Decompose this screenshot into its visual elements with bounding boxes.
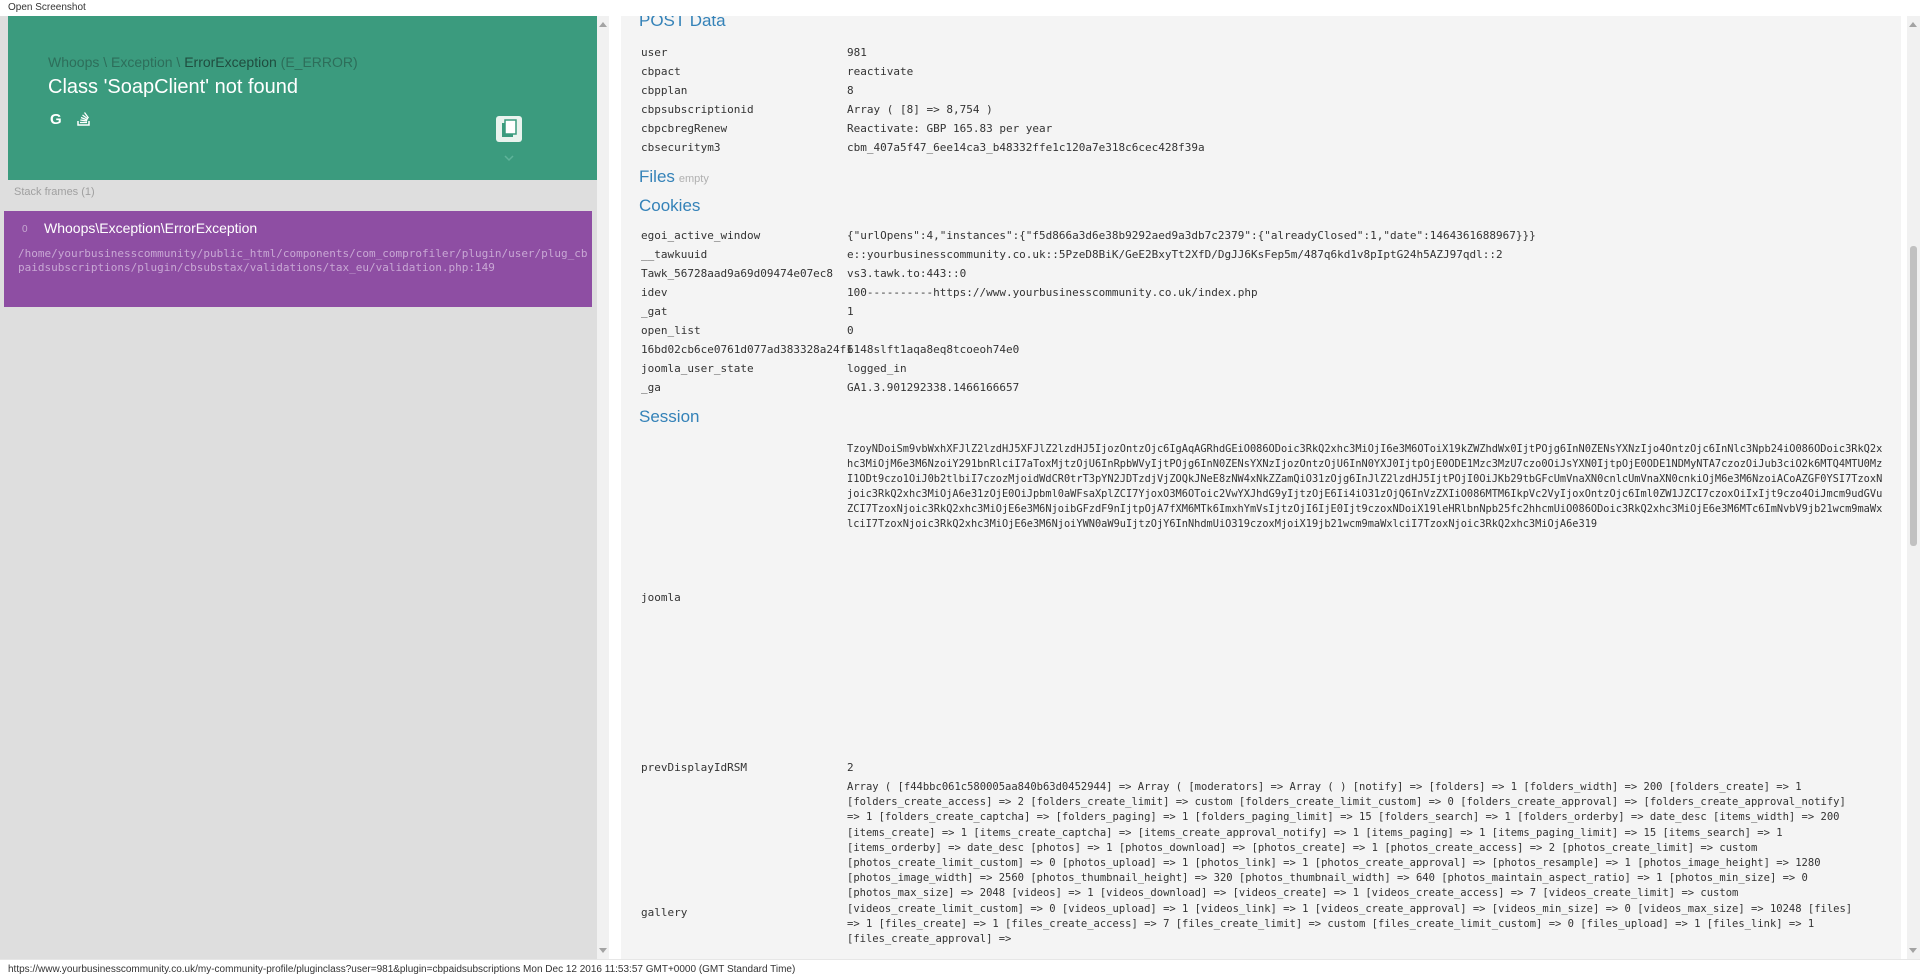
exception-header: Whoops \ Exception \ ErrorException (E_E… — [8, 16, 597, 180]
post-key: cbpact — [641, 65, 681, 78]
cookies-title: Cookies — [639, 196, 701, 215]
frame-file: /home/yourbusinesscommunity/public_html/… — [18, 247, 588, 274]
post-key: user — [641, 46, 668, 59]
cookie-key: egoi_active_window — [641, 229, 761, 242]
left-scrollbar[interactable] — [597, 16, 609, 959]
session-value-joomla: TzoyNDoiSm9vbWxhXFJlZ2lzdHJ5XFJlZ2lzdHJ5… — [847, 443, 1883, 530]
stackoverflow-icon[interactable] — [76, 111, 92, 127]
cookie-value: e::yourbusinesscommunity.co.uk::5PzeD8Bi… — [847, 248, 1503, 261]
cookie-value: 6148slft1aqa8eq8tcoeoh74e0 — [847, 343, 1020, 356]
cookie-key: idev — [641, 286, 668, 299]
frame-class: Whoops\Exception\ErrorException — [44, 220, 258, 236]
cookie-value: GA1.3.901292338.1466166657 — [847, 381, 1020, 394]
files-empty-label: empty — [678, 173, 709, 185]
cookie-value: {"urlOpens":4,"instances":{"f5d866a3d6e3… — [847, 229, 1536, 242]
post-value: Reactivate: GBP 165.83 per year — [847, 122, 1053, 135]
cookie-key: joomla_user_state — [641, 362, 754, 375]
exception-message: Class 'SoapClient' not found — [48, 76, 299, 98]
post-value: 981 — [847, 46, 867, 59]
copy-icon — [502, 119, 517, 137]
session-key-prev: prevDisplayIdRSM — [641, 761, 747, 774]
session-value-prev: 2 — [847, 761, 854, 774]
scroll-up-arrow-icon[interactable] — [1909, 22, 1917, 27]
post-key: cbsecuritym3 — [641, 141, 721, 154]
session-value-gallery: Array ( [f44bbc061c580005aa840b63d045294… — [847, 781, 1853, 946]
cookie-value: vs3.tawk.to:443::0 — [847, 267, 967, 280]
post-value: 8 — [847, 84, 854, 97]
session-key-gallery: gallery — [641, 906, 688, 919]
window-title: Open Screenshot — [0, 0, 1920, 16]
exception-path: Whoops \ Exception \ ErrorException (E_E… — [48, 54, 358, 70]
frame-line: :149 — [468, 261, 495, 274]
left-panel: Whoops \ Exception \ ErrorException (E_E… — [0, 16, 597, 959]
exception-path-prefix: Whoops \ Exception \ — [48, 54, 185, 70]
cookie-key: __tawkuuid — [641, 248, 708, 261]
scrollbar-thumb[interactable] — [1910, 246, 1917, 546]
cookie-key: _ga — [641, 381, 661, 394]
details-panel: POST Data user 981 cbpact reactivate cbp… — [609, 16, 1907, 959]
cookie-value: 1 — [847, 305, 854, 318]
cookie-value: 100----------https://www.yourbusinesscom… — [847, 286, 1258, 299]
cookie-value: 0 — [847, 324, 854, 337]
cookie-value: logged_in — [847, 362, 907, 375]
chevron-down-icon[interactable] — [503, 152, 515, 164]
cookie-key: open_list — [641, 324, 701, 337]
status-bar: https://www.yourbusinesscommunity.co.uk/… — [0, 959, 1920, 979]
scroll-down-arrow-icon[interactable] — [1909, 948, 1917, 953]
session-key-joomla: joomla — [641, 591, 681, 604]
post-key: cbpplan — [641, 84, 688, 97]
session-title: Session — [639, 407, 700, 426]
right-scrollbar[interactable] — [1907, 16, 1920, 959]
copy-button[interactable] — [496, 116, 522, 142]
stack-frame[interactable]: 0 Whoops\Exception\ErrorException /home/… — [4, 211, 592, 307]
post-key: cbpsubscriptionid — [641, 103, 754, 116]
details-content: POST Data user 981 cbpact reactivate cbp… — [621, 16, 1901, 959]
scroll-up-arrow-icon[interactable] — [599, 22, 607, 27]
exception-class: ErrorException — [184, 54, 277, 70]
scroll-down-arrow-icon[interactable] — [599, 948, 607, 953]
post-value: cbm_407a5f47_6ee14ca3_b48332ffe1c120a7e3… — [847, 141, 1205, 154]
frame-index: 0 — [22, 224, 28, 235]
cookie-key: _gat — [641, 305, 668, 318]
frame-file-path: /home/yourbusinesscommunity/public_html/… — [18, 247, 588, 275]
post-value: reactivate — [847, 65, 914, 78]
cookie-key: Tawk_56728aad9a69d09474e07ec8 — [641, 267, 834, 280]
cookie-key: 16bd02cb6ce0761d077ad383328a24f1 — [641, 343, 853, 356]
post-key: cbpcbregRenew — [641, 122, 728, 135]
post-data-title: POST Data — [639, 16, 726, 30]
post-value: Array ( [8] => 8,754 ) — [847, 103, 993, 116]
files-title: Files empty — [639, 167, 709, 187]
exception-type: (E_ERROR) — [280, 54, 358, 70]
google-icon[interactable]: G — [50, 111, 66, 128]
stack-frames-label: Stack frames (1) — [14, 186, 95, 198]
files-title-text: Files — [639, 167, 675, 186]
